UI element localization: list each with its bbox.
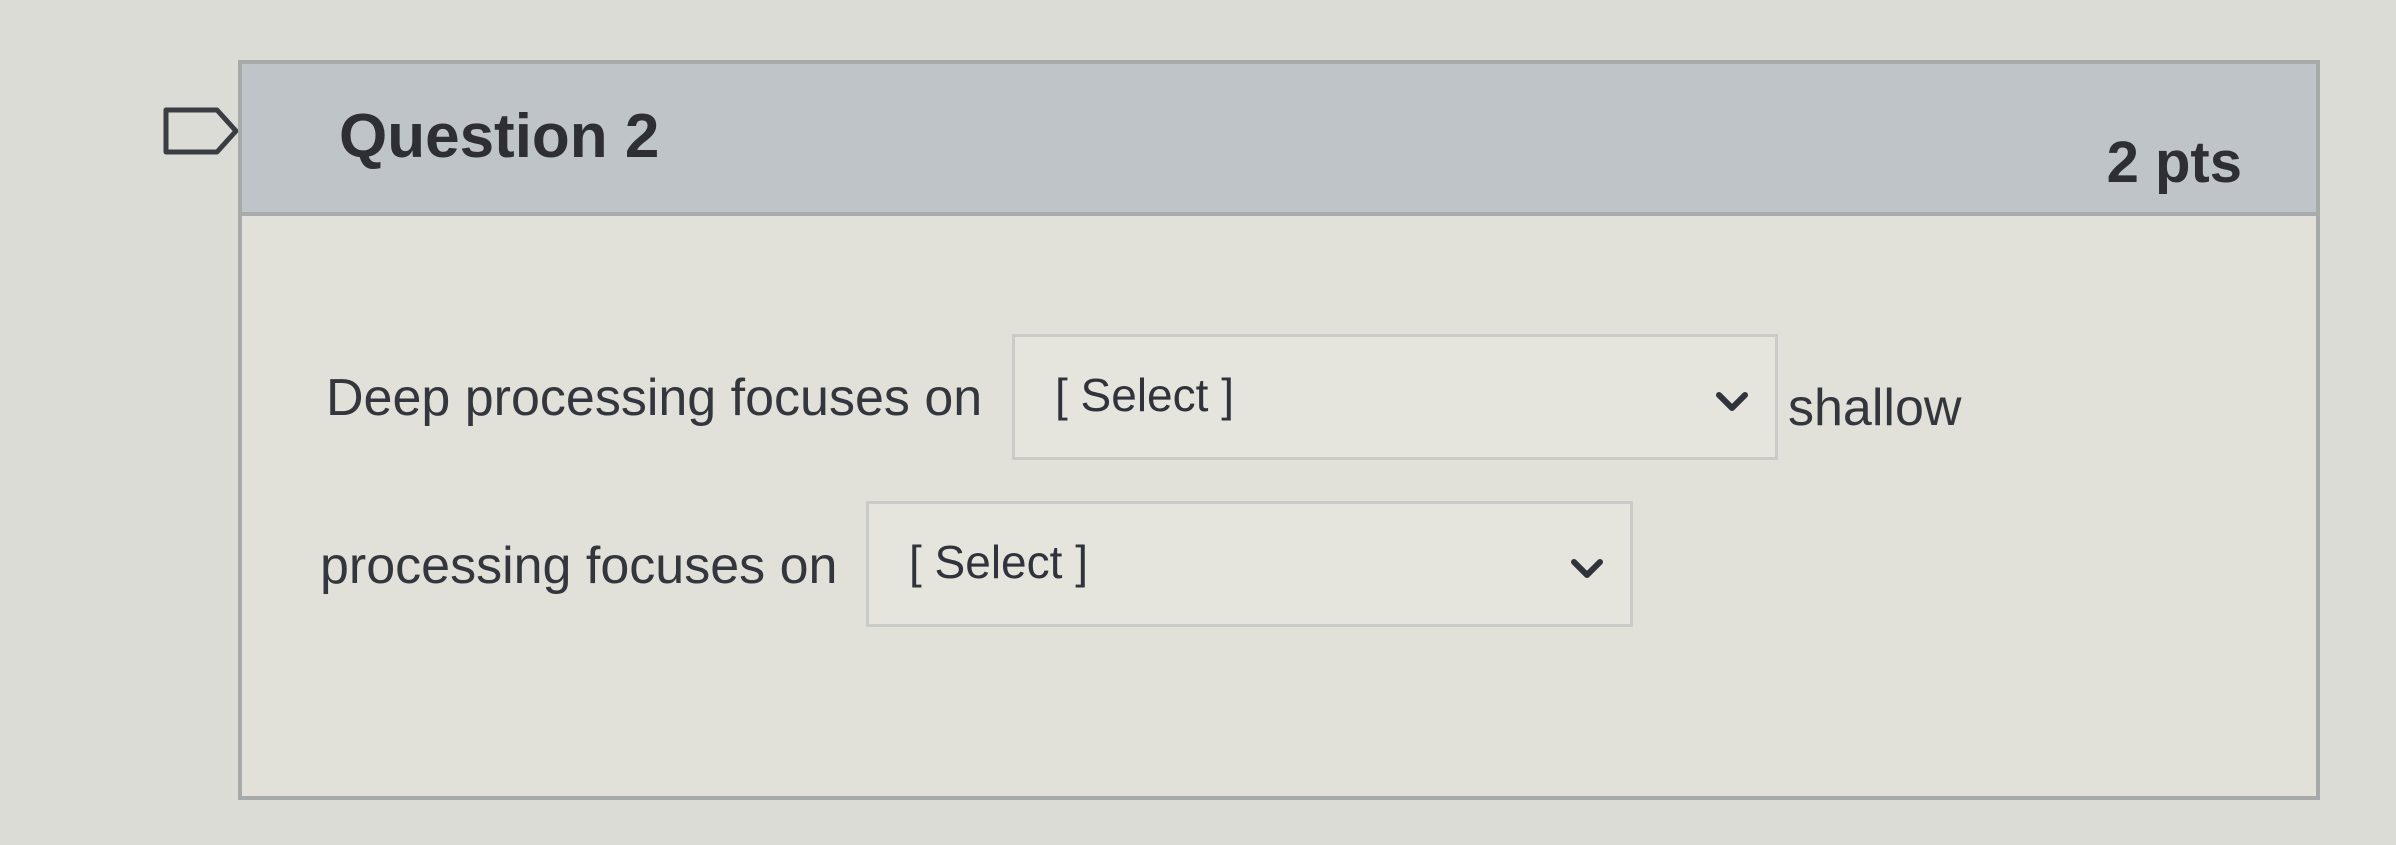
answer-select-1[interactable]: [ Select ]	[1012, 334, 1778, 460]
question-title: Question 2	[339, 102, 660, 171]
question-text-part-2: shallow	[1788, 379, 1962, 437]
chevron-down-icon	[1716, 392, 1748, 411]
chevron-down-icon	[1571, 559, 1603, 578]
question-text-part-1: Deep processing focuses on	[326, 369, 983, 427]
answer-select-2[interactable]: [ Select ]	[866, 501, 1633, 627]
question-text-part-3: processing focuses on	[320, 537, 838, 595]
flag-icon	[163, 107, 239, 155]
question-card: Question 2 2 pts Deep processing focuses…	[238, 60, 2320, 800]
question-header: Question 2 2 pts	[242, 64, 2316, 216]
flag-question-button[interactable]	[162, 106, 242, 156]
select-value-2: [ Select ]	[909, 536, 1088, 588]
question-points: 2 pts	[2106, 130, 2242, 195]
select-value-1: [ Select ]	[1055, 369, 1234, 421]
